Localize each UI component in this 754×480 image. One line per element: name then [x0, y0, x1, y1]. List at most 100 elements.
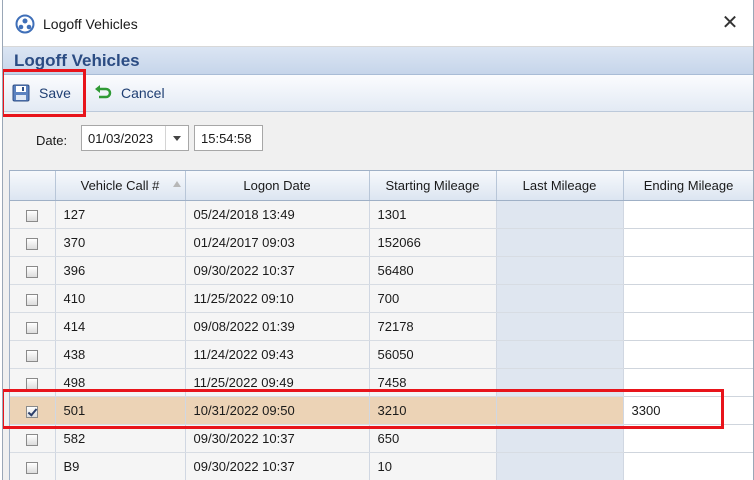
date-label: Date:: [36, 133, 68, 148]
vehicle-call-cell: 410: [55, 284, 186, 313]
logon-date-cell: 11/24/2022 09:43: [185, 340, 370, 369]
starting-mileage-cell: 10: [369, 452, 497, 480]
starting-mileage-cell: 650: [369, 424, 497, 453]
table-row[interactable]: 498 11/25/2022 09:49 7458: [10, 368, 753, 397]
last-mileage-cell: [496, 228, 624, 257]
table-row[interactable]: 410 11/25/2022 09:10 700: [10, 284, 753, 313]
last-mileage-cell: [496, 452, 624, 480]
column-header-select[interactable]: [10, 171, 56, 201]
row-checkbox[interactable]: [26, 405, 39, 418]
starting-mileage-cell: 1301: [369, 200, 497, 229]
row-checkbox-cell[interactable]: [10, 340, 56, 369]
column-header-logon-date[interactable]: Logon Date: [185, 171, 370, 201]
row-checkbox-cell[interactable]: [10, 284, 56, 313]
last-mileage-cell: [496, 368, 624, 397]
vehicle-call-cell: 127: [55, 200, 186, 229]
time-field[interactable]: 15:54:58: [194, 125, 263, 151]
vehicle-call-cell: 582: [55, 424, 186, 453]
logon-date-cell: 11/25/2022 09:49: [185, 368, 370, 397]
table-row[interactable]: 414 09/08/2022 01:39 72178: [10, 312, 753, 341]
table-row[interactable]: 582 09/30/2022 10:37 650: [10, 424, 753, 453]
last-mileage-cell: [496, 396, 624, 425]
logon-date-cell: 05/24/2018 13:49: [185, 200, 370, 229]
row-checkbox-cell[interactable]: [10, 312, 56, 341]
row-checkbox[interactable]: [26, 321, 39, 334]
ending-mileage-input[interactable]: [623, 256, 753, 285]
logoff-vehicles-window: Logoff Vehicles ✕ Logoff Vehicles Save C…: [2, 0, 754, 480]
cancel-button[interactable]: Cancel: [94, 81, 165, 105]
vehicle-call-cell: 501: [55, 396, 186, 425]
close-icon[interactable]: ✕: [719, 12, 741, 34]
date-value: 01/03/2023: [88, 131, 154, 146]
save-label: Save: [39, 85, 71, 101]
table-row[interactable]: B9 09/30/2022 10:37 10: [10, 452, 753, 480]
ending-mileage-input[interactable]: 3300: [623, 396, 753, 425]
window-title: Logoff Vehicles: [43, 16, 138, 32]
logon-date-cell: 11/25/2022 09:10: [185, 284, 370, 313]
column-header-vehicle-call[interactable]: Vehicle Call #: [55, 171, 186, 201]
column-header-starting-mileage[interactable]: Starting Mileage: [369, 171, 497, 201]
row-checkbox-cell[interactable]: [10, 200, 56, 229]
row-checkbox[interactable]: [26, 377, 39, 390]
last-mileage-cell: [496, 200, 624, 229]
save-button[interactable]: Save: [12, 81, 71, 105]
table-row[interactable]: 127 05/24/2018 13:49 1301: [10, 200, 753, 229]
vehicle-call-cell: B9: [55, 452, 186, 480]
table-row[interactable]: 396 09/30/2022 10:37 56480: [10, 256, 753, 285]
starting-mileage-cell: 3210: [369, 396, 497, 425]
ending-mileage-input[interactable]: [623, 340, 753, 369]
ending-mileage-input[interactable]: [623, 312, 753, 341]
ending-mileage-input[interactable]: [623, 200, 753, 229]
chevron-down-icon[interactable]: [165, 126, 188, 150]
logon-date-cell: 09/30/2022 10:37: [185, 256, 370, 285]
last-mileage-cell: [496, 340, 624, 369]
row-checkbox[interactable]: [26, 461, 39, 474]
column-header-ending-mileage[interactable]: Ending Mileage: [623, 171, 753, 201]
table-row[interactable]: 438 11/24/2022 09:43 56050: [10, 340, 753, 369]
starting-mileage-cell: 56050: [369, 340, 497, 369]
row-checkbox[interactable]: [26, 349, 39, 362]
vehicles-table: Vehicle Call # Logon Date Starting Milea…: [10, 171, 753, 480]
logon-date-cell: 09/30/2022 10:37: [185, 424, 370, 453]
grid-header-row: Vehicle Call # Logon Date Starting Milea…: [10, 171, 753, 201]
column-header-label: Vehicle Call #: [80, 178, 160, 193]
grid-body: 127 05/24/2018 13:49 1301 370 01/24/2017 09:…: [10, 200, 753, 480]
ending-mileage-input[interactable]: [623, 424, 753, 453]
column-header-last-mileage[interactable]: Last Mileage: [496, 171, 624, 201]
row-checkbox-cell[interactable]: [10, 228, 56, 257]
row-checkbox-cell[interactable]: [10, 368, 56, 397]
row-checkbox-cell[interactable]: [10, 396, 56, 425]
table-row[interactable]: 501 10/31/2022 09:50 3210 3300: [10, 396, 753, 425]
table-row[interactable]: 370 01/24/2017 09:03 152066: [10, 228, 753, 257]
logon-date-cell: 09/08/2022 01:39: [185, 312, 370, 341]
starting-mileage-cell: 72178: [369, 312, 497, 341]
row-checkbox-cell[interactable]: [10, 256, 56, 285]
ending-mileage-input[interactable]: [623, 452, 753, 480]
date-bar: Date: 01/03/2023 15:54:58: [3, 112, 753, 168]
row-checkbox[interactable]: [26, 433, 39, 446]
row-checkbox[interactable]: [26, 209, 39, 222]
logon-date-cell: 10/31/2022 09:50: [185, 396, 370, 425]
row-checkbox[interactable]: [26, 265, 39, 278]
starting-mileage-cell: 7458: [369, 368, 497, 397]
row-checkbox-cell[interactable]: [10, 452, 56, 480]
vehicle-call-cell: 396: [55, 256, 186, 285]
row-checkbox[interactable]: [26, 293, 39, 306]
row-checkbox[interactable]: [26, 237, 39, 250]
ending-mileage-input[interactable]: [623, 228, 753, 257]
toolbar: Save Cancel: [3, 75, 753, 112]
undo-arrow-icon: [95, 85, 112, 99]
title-bar: Logoff Vehicles ✕: [3, 0, 753, 47]
ending-mileage-input[interactable]: [623, 368, 753, 397]
app-logo-icon: [15, 14, 35, 34]
starting-mileage-cell: 152066: [369, 228, 497, 257]
ending-mileage-input[interactable]: [623, 284, 753, 313]
logon-date-cell: 01/24/2017 09:03: [185, 228, 370, 257]
floppy-disk-icon: [12, 84, 30, 102]
logon-date-cell: 09/30/2022 10:37: [185, 452, 370, 480]
vehicle-call-cell: 438: [55, 340, 186, 369]
date-picker[interactable]: 01/03/2023: [81, 125, 189, 151]
row-checkbox-cell[interactable]: [10, 424, 56, 453]
vehicle-call-cell: 370: [55, 228, 186, 257]
vehicle-call-cell: 498: [55, 368, 186, 397]
